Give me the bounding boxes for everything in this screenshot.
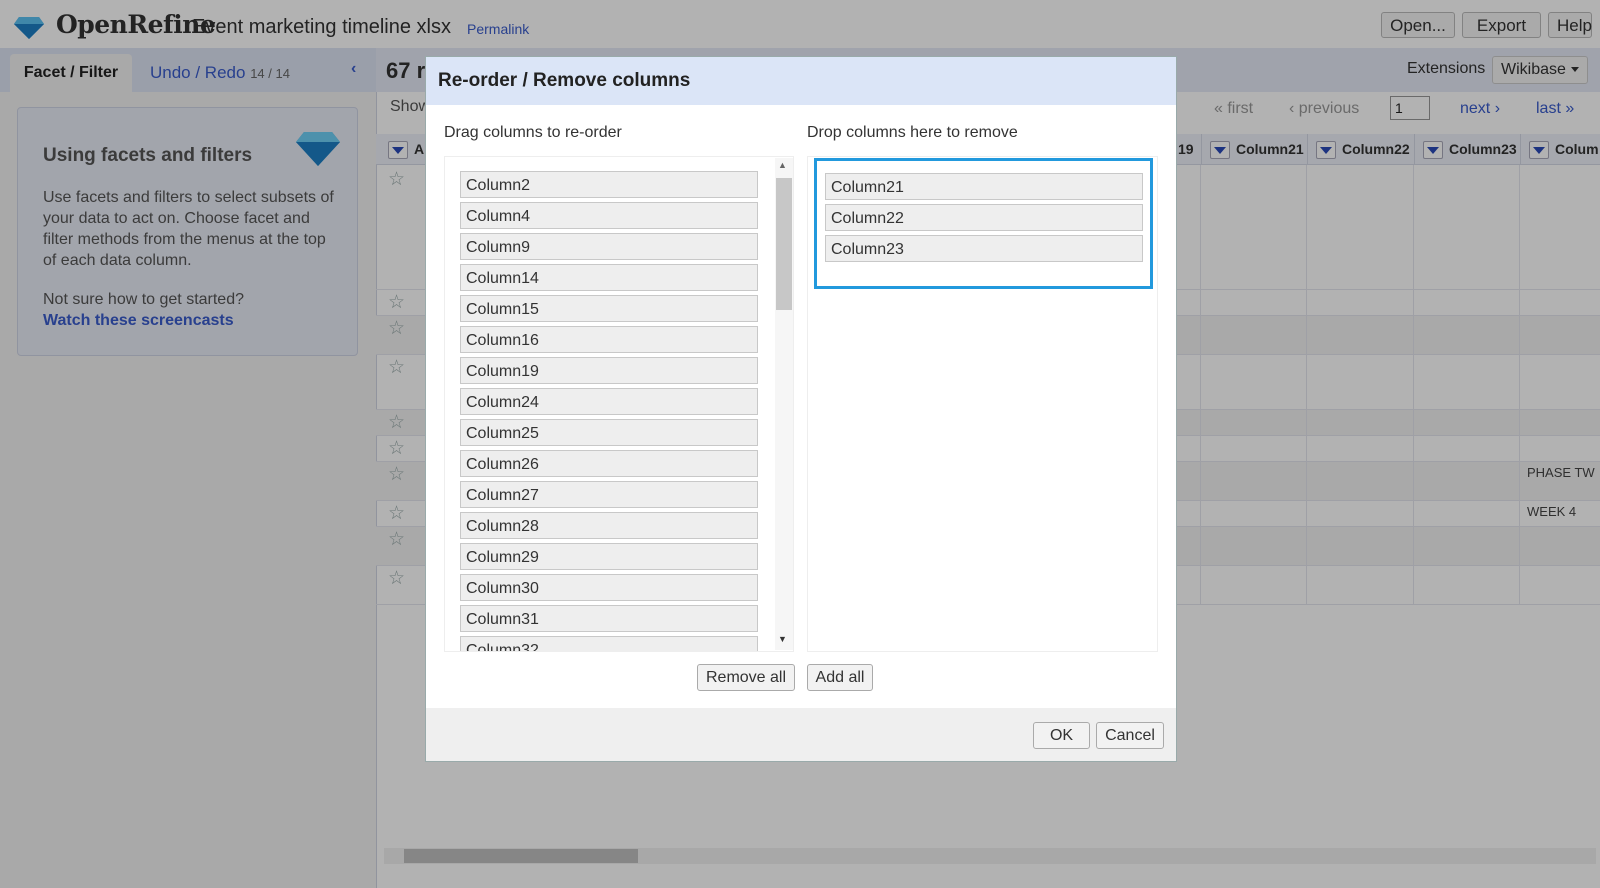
column-item[interactable]: Column26 (460, 450, 758, 477)
removed-column-item[interactable]: Column22 (825, 204, 1143, 231)
column-item[interactable]: Column28 (460, 512, 758, 539)
column-item[interactable]: Column16 (460, 326, 758, 353)
column-item[interactable]: Column14 (460, 264, 758, 291)
scroll-down-arrow-icon[interactable]: ▼ (778, 634, 787, 644)
remove-label: Drop columns here to remove (807, 124, 1018, 141)
column-item[interactable]: Column9 (460, 233, 758, 260)
add-all-button[interactable]: Add all (807, 664, 873, 691)
column-item[interactable]: Column4 (460, 202, 758, 229)
reorder-column-list[interactable]: Column2 Column4 Column9 Column14 Column1… (444, 156, 794, 652)
remove-all-button[interactable]: Remove all (697, 664, 795, 691)
cancel-button[interactable]: Cancel (1096, 722, 1164, 749)
column-item[interactable]: Column2 (460, 171, 758, 198)
dialog-title: Re-order / Remove columns (438, 70, 691, 91)
column-item[interactable]: Column24 (460, 388, 758, 415)
column-item[interactable]: Column31 (460, 605, 758, 632)
drop-zone[interactable]: Column21 Column22 Column23 (814, 158, 1153, 289)
scroll-up-arrow-icon[interactable]: ▲ (778, 160, 787, 170)
ok-button[interactable]: OK (1033, 722, 1090, 749)
column-item[interactable]: Column27 (460, 481, 758, 508)
column-item[interactable]: Column19 (460, 357, 758, 384)
removed-column-item[interactable]: Column21 (825, 173, 1143, 200)
removed-column-item[interactable]: Column23 (825, 235, 1143, 262)
reorder-label: Drag columns to re-order (444, 124, 622, 141)
vertical-scrollbar-thumb[interactable] (776, 178, 792, 310)
column-item[interactable]: Column32 (460, 636, 758, 651)
column-item[interactable]: Column15 (460, 295, 758, 322)
column-item[interactable]: Column25 (460, 419, 758, 446)
column-item[interactable]: Column29 (460, 543, 758, 570)
column-item[interactable]: Column30 (460, 574, 758, 601)
